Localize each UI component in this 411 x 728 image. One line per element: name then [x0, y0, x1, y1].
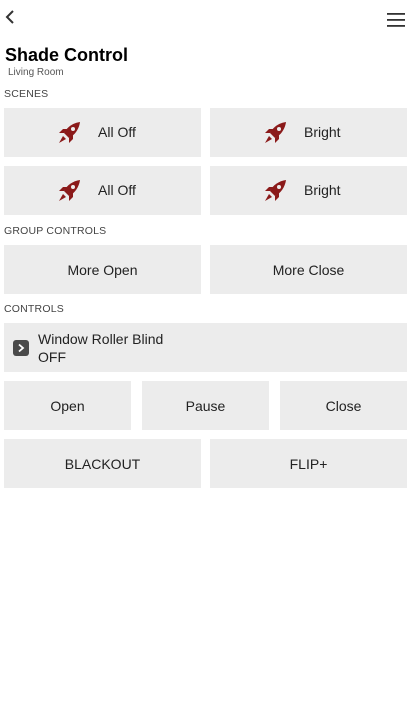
rocket-icon — [59, 180, 80, 201]
more-open-button[interactable]: More Open — [4, 245, 201, 294]
page-title: Shade Control — [5, 45, 129, 65]
rocket-icon — [265, 122, 286, 143]
scene-label: Bright — [304, 124, 341, 140]
hamburger-menu-icon — [387, 13, 405, 27]
scene-button-bright[interactable]: Bright — [210, 166, 407, 215]
device-name: Window Roller Blind — [38, 331, 164, 347]
device-state: OFF — [38, 349, 66, 365]
scene-label: Bright — [304, 182, 341, 198]
back-button[interactable] — [2, 6, 18, 28]
chevron-right-icon[interactable] — [13, 340, 29, 356]
rocket-icon — [59, 122, 80, 143]
menu-button[interactable] — [387, 12, 405, 28]
scene-label: All Off — [98, 124, 136, 140]
close-button[interactable]: Close — [280, 381, 407, 430]
room-subtitle: Living Room — [8, 67, 64, 78]
scenes-section-label: SCENES — [4, 88, 49, 100]
scene-button-all-off[interactable]: All Off — [4, 166, 201, 215]
scene-button-bright[interactable]: Bright — [210, 108, 407, 157]
group-controls-section-label: GROUP CONTROLS — [4, 225, 107, 237]
pause-button[interactable]: Pause — [142, 381, 269, 430]
controls-section-label: CONTROLS — [4, 303, 64, 315]
rocket-icon — [265, 180, 286, 201]
open-button[interactable]: Open — [4, 381, 131, 430]
top-bar — [0, 0, 411, 40]
scene-label: All Off — [98, 182, 136, 198]
blackout-button[interactable]: BLACKOUT — [4, 439, 201, 488]
chevron-left-icon — [5, 10, 14, 24]
scene-button-all-off[interactable]: All Off — [4, 108, 201, 157]
device-row-window-roller-blind[interactable]: Window Roller Blind OFF — [4, 323, 407, 372]
more-close-button[interactable]: More Close — [210, 245, 407, 294]
flip-plus-button[interactable]: FLIP+ — [210, 439, 407, 488]
